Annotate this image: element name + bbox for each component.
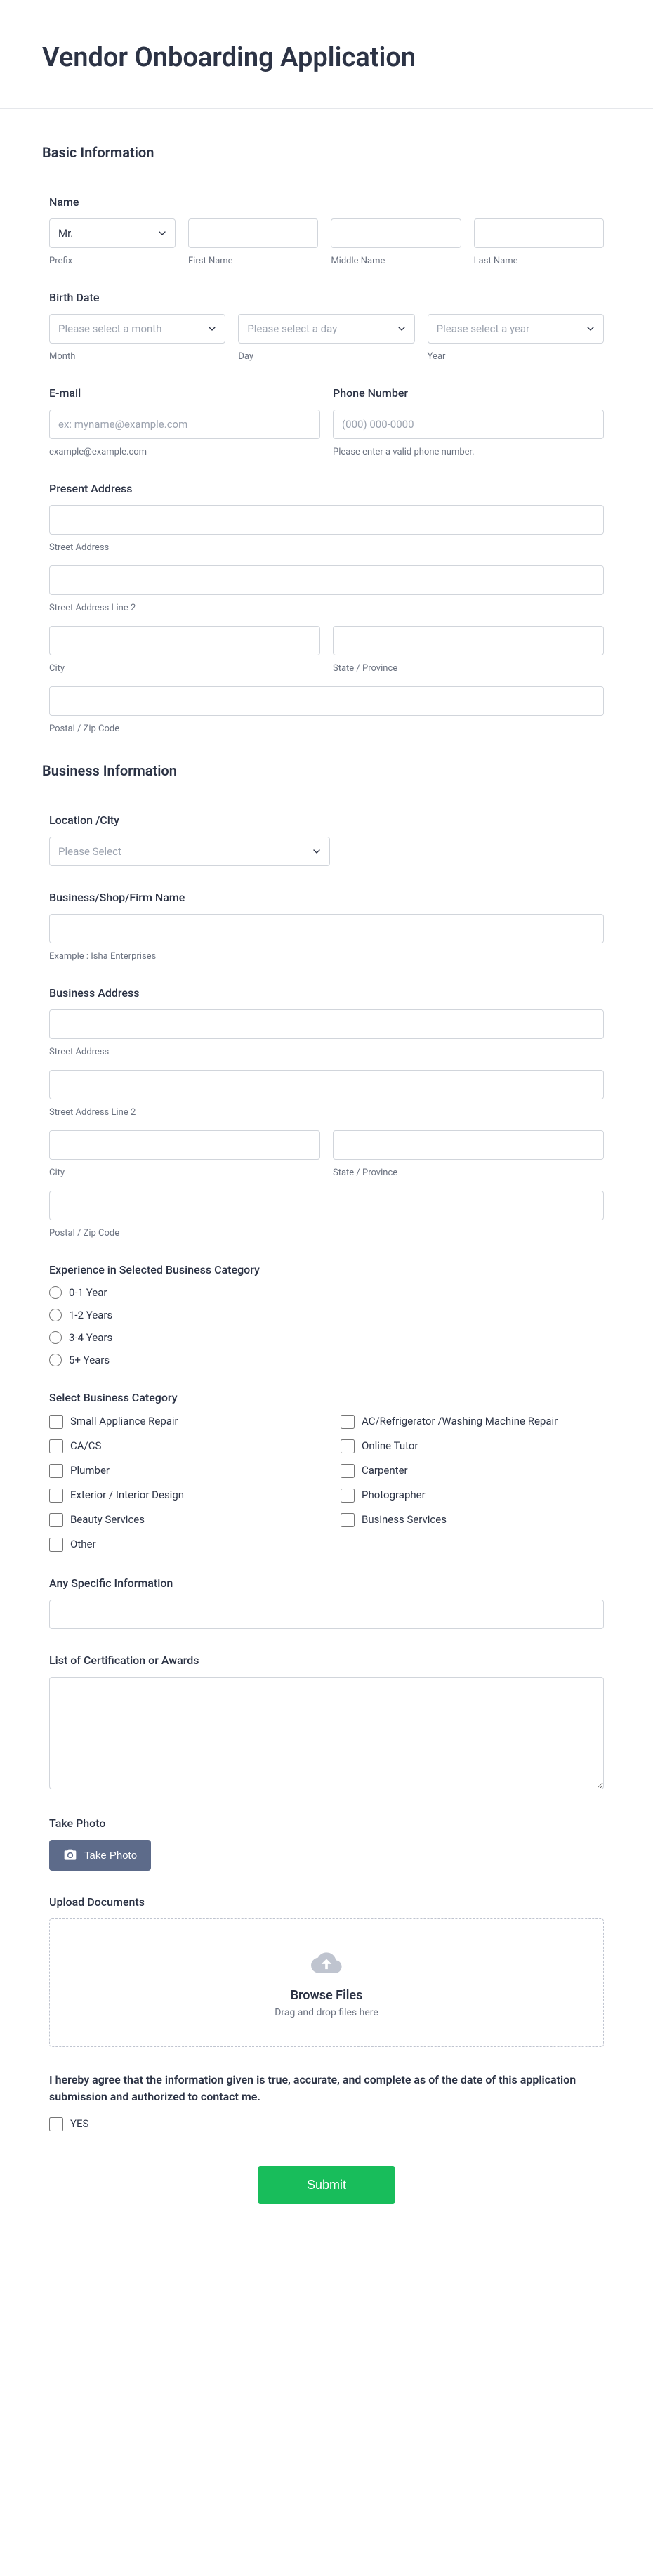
name-label: Name (49, 195, 604, 209)
biz-street2-input[interactable] (49, 1070, 604, 1099)
shop-sublabel: Example : Isha Enterprises (49, 951, 604, 962)
specific-input[interactable] (49, 1600, 604, 1629)
cat-right-2[interactable]: Carpenter (341, 1463, 604, 1478)
camera-icon (63, 1848, 77, 1862)
street2-input[interactable] (49, 565, 604, 595)
cert-label: List of Certification or Awards (49, 1654, 604, 1667)
biz-zip-sublabel: Postal / Zip Code (49, 1228, 604, 1238)
biz-state-sublabel: State / Province (333, 1168, 604, 1178)
state-sublabel: State / Province (333, 663, 604, 674)
street2-sublabel: Street Address Line 2 (49, 603, 604, 613)
year-sublabel: Year (428, 351, 604, 362)
phone-sublabel: Please enter a valid phone number. (333, 447, 604, 457)
zip-input[interactable] (49, 686, 604, 716)
first-name-input[interactable] (188, 218, 318, 248)
cat-left-3[interactable]: Exterior / Interior Design (49, 1488, 312, 1503)
browse-files-title: Browse Files (78, 1988, 575, 2003)
cat-left-5[interactable]: Other (49, 1537, 312, 1552)
take-photo-button[interactable]: Take Photo (49, 1840, 151, 1871)
cat-left-2[interactable]: Plumber (49, 1463, 312, 1478)
email-label: E-mail (49, 386, 320, 400)
email-sublabel: example@example.com (49, 447, 320, 457)
photo-label: Take Photo (49, 1817, 604, 1830)
specific-label: Any Specific Information (49, 1576, 604, 1590)
browse-files-sub: Drag and drop files here (78, 2007, 575, 2018)
prefix-sublabel: Prefix (49, 256, 176, 266)
city-input[interactable] (49, 626, 320, 655)
cat-right-4[interactable]: Business Services (341, 1512, 604, 1527)
location-label: Location /City (49, 813, 604, 827)
location-select[interactable]: Please Select (49, 837, 330, 866)
submit-button[interactable]: Submit (258, 2166, 395, 2204)
biz-city-input[interactable] (49, 1130, 320, 1160)
present-address-label: Present Address (49, 482, 604, 495)
email-input[interactable] (49, 410, 320, 439)
biz-zip-input[interactable] (49, 1191, 604, 1220)
cat-left-4[interactable]: Beauty Services (49, 1512, 312, 1527)
category-label: Select Business Category (49, 1391, 604, 1404)
radio-item-1[interactable]: 1-2 Years (49, 1309, 604, 1321)
biz-city-sublabel: City (49, 1168, 320, 1178)
cloud-upload-icon (311, 1947, 342, 1978)
page-title: Vendor Onboarding Application (42, 42, 611, 73)
biz-street-sublabel: Street Address (49, 1047, 604, 1057)
upload-label: Upload Documents (49, 1895, 604, 1909)
biz-street2-sublabel: Street Address Line 2 (49, 1107, 604, 1118)
street-sublabel: Street Address (49, 542, 604, 553)
cert-textarea[interactable] (49, 1677, 604, 1789)
biz-state-input[interactable] (333, 1130, 604, 1160)
upload-dropzone[interactable]: Browse Files Drag and drop files here (49, 1918, 604, 2047)
business-section-title: Business Information (42, 762, 611, 779)
top-divider (0, 108, 653, 109)
middle-name-input[interactable] (331, 218, 461, 248)
agreement-text: I hereby agree that the information give… (49, 2072, 604, 2105)
biz-street-input[interactable] (49, 1009, 604, 1039)
first-name-sublabel: First Name (188, 256, 318, 266)
phone-label: Phone Number (333, 386, 604, 400)
radio-item-2[interactable]: 3-4 Years (49, 1331, 604, 1344)
radio-item-0[interactable]: 0-1 Year (49, 1286, 604, 1299)
state-input[interactable] (333, 626, 604, 655)
shop-input[interactable] (49, 914, 604, 943)
basic-section-title: Basic Information (42, 144, 611, 161)
month-select[interactable]: Please select a month (49, 314, 225, 344)
city-sublabel: City (49, 663, 320, 674)
experience-radio-group: 0-1 Year 1-2 Years 3-4 Years 5+ Years (49, 1286, 604, 1366)
experience-label: Experience in Selected Business Category (49, 1263, 604, 1276)
cat-left-0[interactable]: Small Appliance Repair (49, 1414, 312, 1429)
zip-sublabel: Postal / Zip Code (49, 724, 604, 734)
prefix-select[interactable]: Mr. (49, 218, 176, 248)
cat-right-1[interactable]: Online Tutor (341, 1439, 604, 1453)
last-name-input[interactable] (474, 218, 604, 248)
day-select[interactable]: Please select a day (238, 314, 414, 344)
radio-item-3[interactable]: 5+ Years (49, 1354, 604, 1366)
birth-label: Birth Date (49, 291, 604, 304)
agreement-yes[interactable]: YES (49, 2117, 604, 2131)
street-input[interactable] (49, 505, 604, 535)
shop-label: Business/Shop/Firm Name (49, 891, 604, 904)
year-select[interactable]: Please select a year (428, 314, 604, 344)
last-name-sublabel: Last Name (474, 256, 604, 266)
cat-left-1[interactable]: CA/CS (49, 1439, 312, 1453)
middle-name-sublabel: Middle Name (331, 256, 461, 266)
take-photo-label: Take Photo (84, 1850, 137, 1862)
phone-input[interactable] (333, 410, 604, 439)
day-sublabel: Day (238, 351, 414, 362)
cat-right-3[interactable]: Photographer (341, 1488, 604, 1503)
biz-address-label: Business Address (49, 986, 604, 1000)
cat-right-0[interactable]: AC/Refrigerator /Washing Machine Repair (341, 1414, 604, 1429)
month-sublabel: Month (49, 351, 225, 362)
